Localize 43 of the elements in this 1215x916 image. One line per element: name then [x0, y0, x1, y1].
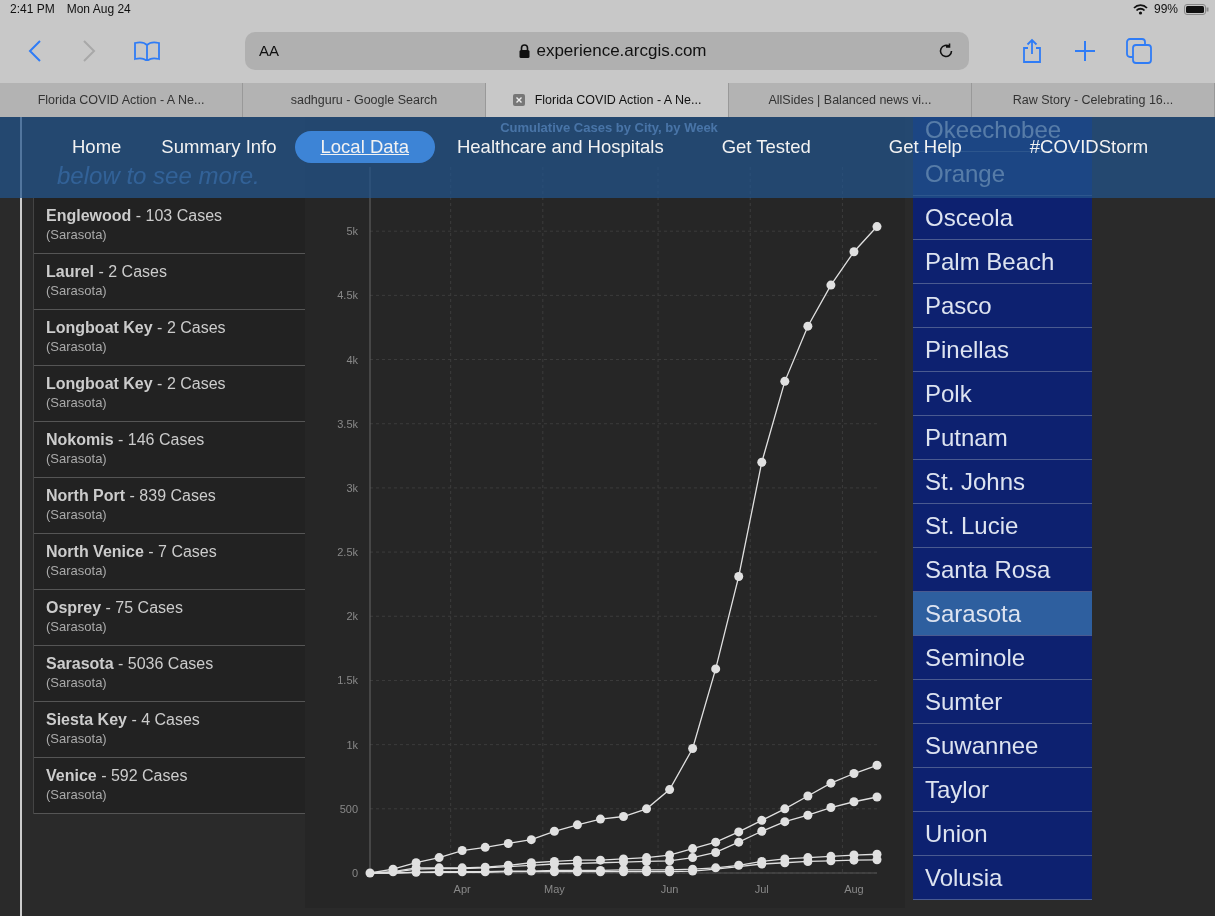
y-tick-label: 500: [339, 802, 358, 815]
x-tick-label: Apr: [453, 883, 471, 895]
city-cases: Siesta Key - 4 Cases: [46, 711, 201, 729]
county-label: (Sarasota): [46, 227, 108, 242]
city-cases: Venice - 592 Cases: [46, 767, 189, 785]
y-tick-label: 3k: [346, 481, 358, 494]
battery-percent: 99%: [1153, 2, 1178, 16]
county-label: (Sarasota): [46, 451, 108, 466]
city-cases: North Port - 839 Cases: [46, 487, 217, 505]
city-cases: Sarasota - 5036 Cases: [46, 655, 215, 673]
y-tick-label: 0: [351, 867, 358, 879]
county-label: (Sarasota): [46, 563, 108, 578]
y-tick-label: 1k: [346, 738, 358, 751]
y-tick-label: 1.5k: [337, 674, 358, 687]
url-text: experience.arcgis.com: [536, 40, 707, 61]
county-label: (Sarasota): [46, 395, 108, 410]
county-label: (Sarasota): [46, 731, 108, 746]
y-tick-label: 2k: [346, 610, 358, 623]
chart-title: Cumulative Cases by City, by Week: [500, 120, 718, 135]
county-label: (Sarasota): [46, 283, 108, 298]
city-cases: Englewood - 103 Cases: [46, 207, 224, 225]
city-cases: North Venice - 7 Cases: [46, 543, 218, 561]
city-cases: Osprey - 75 Cases: [46, 599, 184, 617]
x-tick-label: Jun: [660, 883, 679, 895]
x-tick-label: Aug: [844, 883, 864, 895]
y-tick-label: 3.5k: [337, 417, 358, 430]
county-label: (Sarasota): [46, 339, 108, 354]
status-time: 2:41 PM: [10, 2, 55, 16]
county-label: (Sarasota): [46, 675, 108, 690]
y-tick-label: 4.5k: [337, 289, 358, 302]
county-label: (Sarasota): [46, 787, 108, 802]
x-tick-label: Jul: [754, 883, 769, 895]
city-cases: Laurel - 2 Cases: [46, 263, 168, 281]
y-tick-label: 4k: [346, 353, 358, 366]
status-date: Mon Aug 24: [66, 2, 131, 16]
city-cases: Longboat Key - 2 Cases: [46, 319, 227, 337]
x-tick-label: May: [543, 883, 565, 895]
city-cases: Longboat Key - 2 Cases: [46, 375, 227, 393]
county-label: (Sarasota): [46, 619, 108, 634]
city-cases: Nokomis - 146 Cases: [46, 431, 206, 449]
county-label: (Sarasota): [46, 507, 108, 522]
y-tick-label: 2.5k: [337, 546, 358, 559]
y-tick-label: 5k: [346, 225, 358, 238]
